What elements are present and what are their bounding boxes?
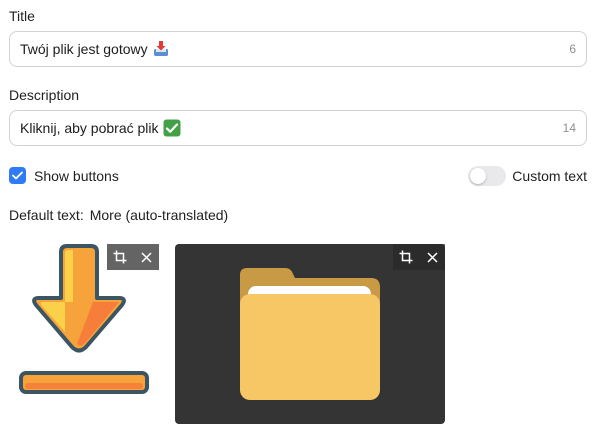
- title-value: Twój plik jest gotowy: [20, 41, 148, 57]
- description-label: Description: [9, 87, 80, 103]
- image-2-toolbar: [393, 244, 445, 270]
- image-1-toolbar: [107, 244, 159, 270]
- description-char-counter: 14: [562, 121, 576, 135]
- title-input[interactable]: Twój plik jest gotowy 6: [9, 31, 587, 67]
- crop-icon[interactable]: [107, 244, 133, 270]
- custom-text-label: Custom text: [512, 168, 587, 184]
- default-text-value: More (auto-translated): [89, 207, 229, 223]
- download-arrow-image[interactable]: [9, 244, 159, 404]
- title-label: Title: [9, 8, 35, 24]
- checkmark-icon: [12, 171, 23, 180]
- title-char-counter: 6: [569, 42, 576, 56]
- default-text-row: Default text: More (auto-translated): [9, 207, 228, 223]
- custom-text-row[interactable]: Custom text: [468, 166, 587, 186]
- custom-text-toggle[interactable]: [468, 166, 507, 186]
- folder-illustration: [240, 268, 380, 400]
- folder-image[interactable]: [175, 244, 445, 424]
- show-buttons-row[interactable]: Show buttons: [9, 167, 119, 184]
- description-input[interactable]: Kliknij, aby pobrać plik 14: [9, 110, 587, 146]
- description-value: Kliknij, aby pobrać plik: [20, 120, 159, 136]
- show-buttons-checkbox[interactable]: [9, 167, 26, 184]
- description-value-wrap: Kliknij, aby pobrać plik: [20, 119, 563, 137]
- inbox-tray-icon: [153, 41, 168, 56]
- crop-icon[interactable]: [393, 244, 419, 270]
- close-icon[interactable]: [419, 244, 445, 270]
- default-text-prefix: Default text:: [9, 207, 84, 223]
- show-buttons-label: Show buttons: [34, 167, 119, 184]
- title-value-wrap: Twój plik jest gotowy: [20, 40, 569, 58]
- toggle-knob: [470, 168, 487, 184]
- check-mark-button-icon: [163, 119, 181, 137]
- close-icon[interactable]: [133, 244, 159, 270]
